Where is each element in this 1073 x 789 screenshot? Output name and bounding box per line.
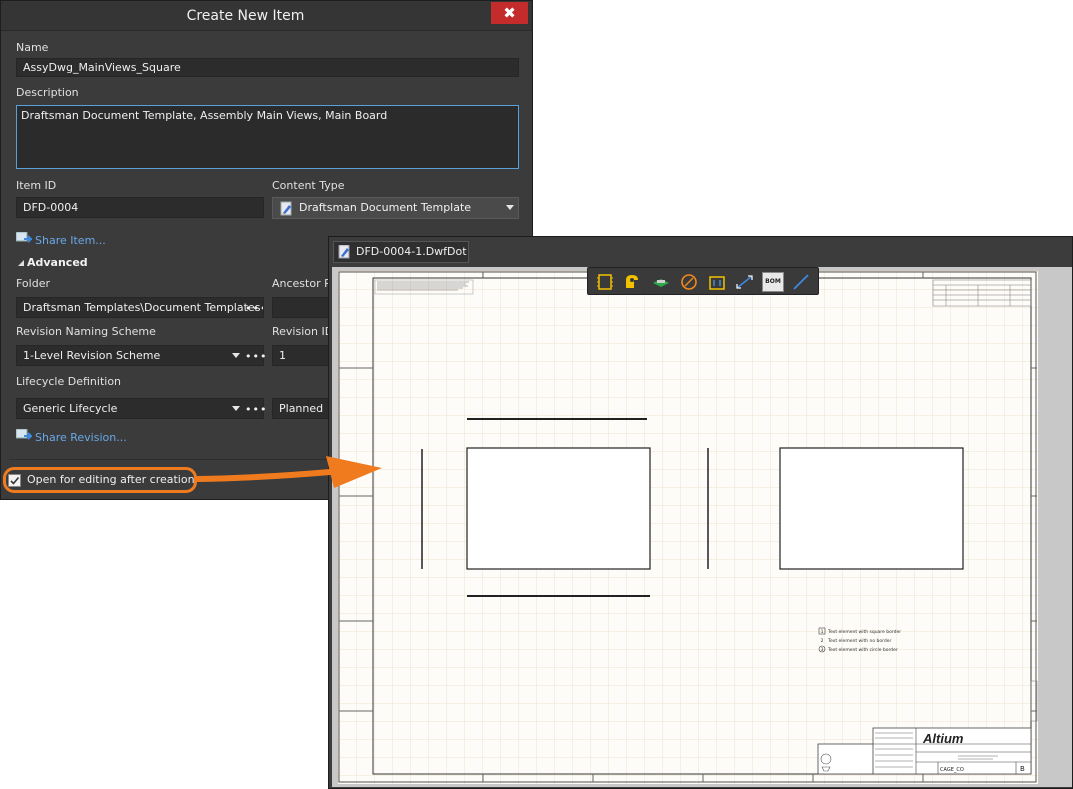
dialog-title: Create New Item — [186, 8, 305, 24]
chevron-down-icon — [506, 205, 514, 210]
sheet-size: B — [1020, 765, 1025, 773]
close-button[interactable]: ✖ — [491, 2, 528, 24]
item-id-field[interactable]: DFD-0004 — [16, 197, 264, 218]
note-circle-border[interactable]: Text element with circle border — [827, 647, 898, 653]
revision-naming-label: Revision Naming Scheme — [16, 325, 156, 338]
folder-browse-button[interactable]: ••• — [245, 299, 263, 317]
name-field[interactable]: AssyDwg_MainViews_Square — [16, 58, 519, 77]
board-fabrication-view-icon[interactable] — [622, 272, 644, 292]
chevron-down-icon — [232, 353, 240, 358]
lifecycle-value: Generic Lifecycle — [23, 402, 118, 415]
revision-naming-select[interactable]: 1-Level Revision Scheme ••• — [16, 345, 267, 366]
lifecycle-browse-button[interactable]: ••• — [245, 400, 267, 419]
ancestor-revision-field[interactable] — [272, 297, 330, 318]
revision-naming-value: 1-Level Revision Scheme — [23, 349, 161, 362]
drawing-canvas[interactable]: 1 Text element with square border 2 Text… — [332, 267, 1072, 787]
board-assembly-view-icon[interactable] — [594, 272, 616, 292]
line-icon[interactable] — [790, 272, 812, 292]
lifecycle-state-select[interactable]: Planned — [272, 398, 330, 419]
collapse-triangle-icon[interactable] — [17, 259, 25, 267]
altium-logo: Altium — [922, 731, 964, 746]
dialog-titlebar[interactable]: Create New Item ✖ — [1, 1, 532, 31]
draftsman-document-icon — [280, 201, 292, 216]
share-item-icon — [16, 232, 32, 243]
note-no-border[interactable]: Text element with no border — [827, 638, 892, 644]
content-type-value: Draftsman Document Template — [299, 201, 472, 214]
bom-icon[interactable]: BOM — [762, 272, 784, 292]
bottom-view[interactable] — [779, 447, 964, 570]
lifecycle-label: Lifecycle Definition — [16, 375, 122, 388]
top-view[interactable] — [466, 447, 651, 570]
note-marker-1: 1 — [821, 629, 824, 635]
text-notes[interactable]: 1 Text element with square border 2 Text… — [818, 627, 901, 653]
dimension-icon[interactable] — [734, 272, 756, 292]
layer-stack-icon[interactable] — [706, 272, 728, 292]
sheet-drawing: 1 Text element with square border 2 Text… — [338, 271, 1038, 784]
draftsman-document-icon — [338, 245, 350, 259]
board-isometric-view-icon[interactable] — [650, 272, 672, 292]
open-for-editing-label[interactable]: Open for editing after creation — [27, 473, 195, 486]
share-item-link[interactable]: Share Item... — [35, 234, 106, 247]
checkmark-icon — [10, 476, 20, 485]
active-bar-toolbar: BOM — [587, 267, 819, 295]
name-label: Name — [16, 41, 49, 54]
chevron-down-icon — [232, 406, 240, 411]
description-label: Description — [16, 86, 79, 99]
content-type-select[interactable]: Draftsman Document Template — [272, 197, 519, 219]
folder-value: Draftsman Templates\Document Templates — [23, 301, 261, 314]
note-square-border[interactable]: Text element with square border — [827, 629, 901, 635]
cage-code: CAGE_CO — [940, 767, 964, 773]
folder-field[interactable]: Draftsman Templates\Document Templates •… — [16, 297, 264, 318]
open-for-editing-checkbox[interactable] — [8, 474, 21, 487]
ancestor-revision-label: Ancestor R — [272, 277, 332, 290]
revision-naming-browse-button[interactable]: ••• — [245, 347, 267, 366]
share-revision-icon — [16, 429, 32, 440]
content-type-label: Content Type — [272, 179, 345, 192]
advanced-section-header[interactable]: Advanced — [27, 256, 88, 269]
revision-id-field[interactable]: 1 — [272, 345, 330, 366]
lifecycle-select[interactable]: Generic Lifecycle ••• — [16, 398, 267, 419]
drill-table-icon[interactable] — [678, 272, 700, 292]
revision-id-label: Revision ID — [272, 325, 334, 338]
item-id-label: Item ID — [16, 179, 57, 192]
description-textarea[interactable]: Draftsman Document Template, Assembly Ma… — [16, 105, 519, 169]
draftsman-document-window: DFD-0004-1.DwfDot * — [328, 236, 1073, 789]
note-marker-3: 3 — [821, 647, 824, 653]
note-marker-2: 2 — [821, 638, 824, 644]
document-tab[interactable]: DFD-0004-1.DwfDot * — [333, 241, 469, 278]
share-revision-link[interactable]: Share Revision... — [35, 431, 127, 444]
drawing-sheet[interactable]: 1 Text element with square border 2 Text… — [338, 271, 1038, 784]
folder-label: Folder — [16, 277, 50, 290]
